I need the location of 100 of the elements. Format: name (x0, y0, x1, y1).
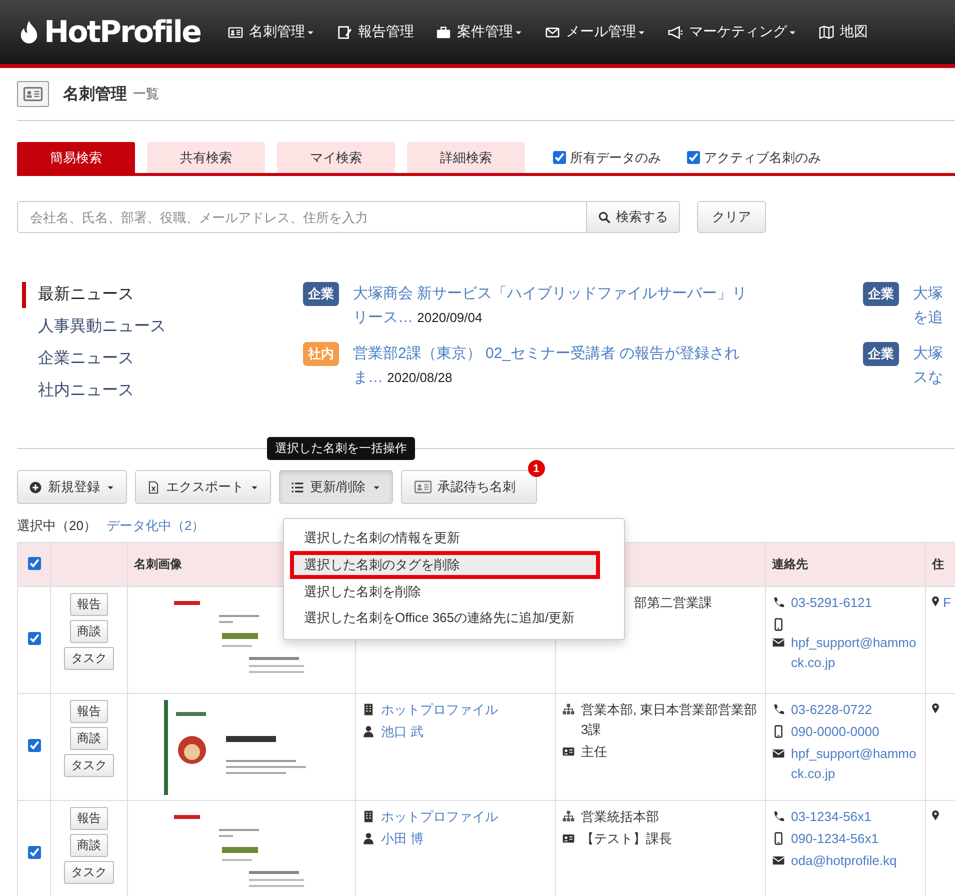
building-icon (362, 703, 375, 716)
id-card-icon (562, 832, 575, 845)
toolbar-button[interactable]: 更新/削除 (279, 470, 393, 504)
column-header: 連絡先 (772, 557, 808, 571)
envelope-icon (772, 747, 785, 760)
action-button[interactable]: 商談 (70, 834, 108, 857)
menu-item[interactable]: 選択した名刺の情報を更新 (284, 525, 624, 551)
mobile-link[interactable]: 090-1234-56x1 (791, 829, 878, 849)
digitizing-link[interactable]: データ化中（2） (106, 517, 205, 535)
search-icon (598, 210, 611, 224)
map-pin-icon (930, 810, 941, 821)
nav-menu-item[interactable]: マーケティング (668, 23, 797, 41)
person-link[interactable]: 小田 博 (381, 829, 424, 849)
menu-item[interactable]: 選択した名刺をOffice 365の連絡先に追加/更新 (284, 605, 624, 631)
nav-menu-item[interactable]: メール管理 (545, 23, 646, 41)
news-link[interactable]: 営業部2課（東京） 02_セミナー受講者 の報告が登録されま… 2020/08/28 (353, 342, 753, 390)
action-button[interactable]: 商談 (70, 727, 108, 750)
nav-menu-item[interactable]: 案件管理 (436, 23, 523, 41)
nav-menu-item[interactable]: 報告管理 (337, 23, 414, 41)
checkbox[interactable] (553, 151, 566, 164)
email-link[interactable]: hpf_support@hammock.co.jp (791, 744, 919, 784)
menu-item[interactable]: 選択した名刺のタグを削除 (290, 551, 600, 579)
news-category[interactable]: 社内ニュース (22, 378, 303, 404)
action-button[interactable]: タスク (64, 647, 114, 670)
department-text: 営業統括本部 (581, 808, 659, 826)
checkbox[interactable] (28, 846, 40, 859)
megaphone-icon (668, 24, 683, 40)
person-icon (362, 832, 375, 845)
action-button[interactable]: タスク (64, 754, 114, 777)
address-link[interactable]: F (943, 593, 951, 613)
plus-icon (29, 480, 42, 494)
toolbar-button[interactable]: エクスポート (135, 470, 271, 504)
news-tag: 社内 (303, 342, 339, 366)
envelope-icon (772, 636, 785, 649)
company-link[interactable]: ホットプロファイル (381, 807, 498, 827)
search-tab[interactable]: 簡易検索 (17, 142, 135, 173)
company-link[interactable]: ホットプロファイル (381, 700, 498, 720)
map-icon (819, 24, 834, 40)
clear-button[interactable]: クリア (697, 201, 766, 233)
checkbox[interactable] (28, 739, 40, 752)
map-pin-icon (930, 596, 941, 607)
briefcase-icon (436, 24, 451, 40)
org-chart-icon (562, 810, 575, 823)
mobile-phone-icon (772, 725, 785, 738)
search-tab[interactable]: マイ検索 (277, 142, 395, 173)
org-chart-icon (562, 703, 575, 716)
card-icon (228, 24, 243, 40)
news-tag: 企業 (863, 342, 899, 366)
news-link[interactable]: 大塚 スな (913, 342, 943, 390)
phone-icon (772, 703, 785, 716)
email-link[interactable]: oda@hotprofile.kq (791, 851, 897, 871)
mobile-phone-icon (772, 832, 785, 845)
nav-menu-item[interactable]: 名刺管理 (228, 23, 315, 41)
notification-badge: 1 (528, 460, 545, 477)
person-icon (362, 725, 375, 738)
envelope-icon (772, 854, 785, 867)
checkbox[interactable] (687, 151, 700, 164)
spreadsheet-icon (147, 480, 160, 494)
action-button[interactable]: 報告 (70, 700, 108, 723)
action-button[interactable]: 商談 (70, 620, 108, 643)
tooltip: 選択した名刺を一括操作 (267, 437, 415, 460)
menu-item[interactable]: 選択した名刺を削除 (284, 579, 624, 605)
action-button[interactable]: タスク (64, 861, 114, 884)
job-title: 【テスト】課長 (581, 830, 672, 848)
phone-link[interactable]: 03-1234-56x1 (791, 807, 872, 827)
search-button[interactable]: 検索する (586, 201, 680, 233)
checkbox[interactable] (28, 632, 40, 645)
person-link[interactable]: 池口 武 (381, 722, 424, 742)
search-tab[interactable]: 詳細検索 (407, 142, 525, 173)
news-link[interactable]: 大塚商会 新サービス「ハイブリッドファイルサーバー」リリース… 2020/09/04 (353, 282, 753, 330)
phone-icon (772, 810, 785, 823)
checkbox-label: 所有データのみ (570, 148, 661, 166)
column-header: 名刺画像 (134, 557, 182, 571)
checkbox[interactable] (28, 556, 40, 570)
nav-menu-item[interactable]: 地図 (819, 23, 868, 41)
card-icon (17, 81, 49, 107)
action-button[interactable]: 報告 (70, 807, 108, 830)
phone-link[interactable]: 03-5291-6121 (791, 593, 872, 613)
news-category[interactable]: 人事異動ニュース (22, 314, 303, 340)
news-category[interactable]: 企業ニュース (22, 346, 303, 372)
job-title: 主任 (581, 743, 607, 761)
news-link[interactable]: 大塚 を追 (913, 282, 943, 330)
news-tag: 企業 (303, 282, 339, 306)
news-tag: 企業 (863, 282, 899, 306)
list-icon (291, 480, 304, 494)
mobile-phone-icon (772, 618, 785, 631)
action-button[interactable]: 報告 (70, 593, 108, 616)
email-link[interactable]: hpf_support@hammock.co.jp (791, 633, 919, 673)
page-title: 名刺管理 (63, 84, 127, 104)
building-icon (362, 810, 375, 823)
phone-icon (772, 596, 785, 609)
search-tab[interactable]: 共有検索 (147, 142, 265, 173)
column-header: 住 (932, 557, 944, 571)
envelope-icon (545, 24, 560, 40)
page-subtitle: 一覧 (133, 85, 159, 103)
search-field[interactable]: 会社名、氏名、部署、役職、メールアドレス、住所を入力 (17, 201, 587, 233)
mobile-link[interactable]: 090-0000-0000 (791, 722, 880, 742)
phone-link[interactable]: 03-6228-0722 (791, 700, 872, 720)
toolbar-button[interactable]: 新規登録 (17, 470, 127, 504)
map-pin-icon (930, 703, 941, 714)
